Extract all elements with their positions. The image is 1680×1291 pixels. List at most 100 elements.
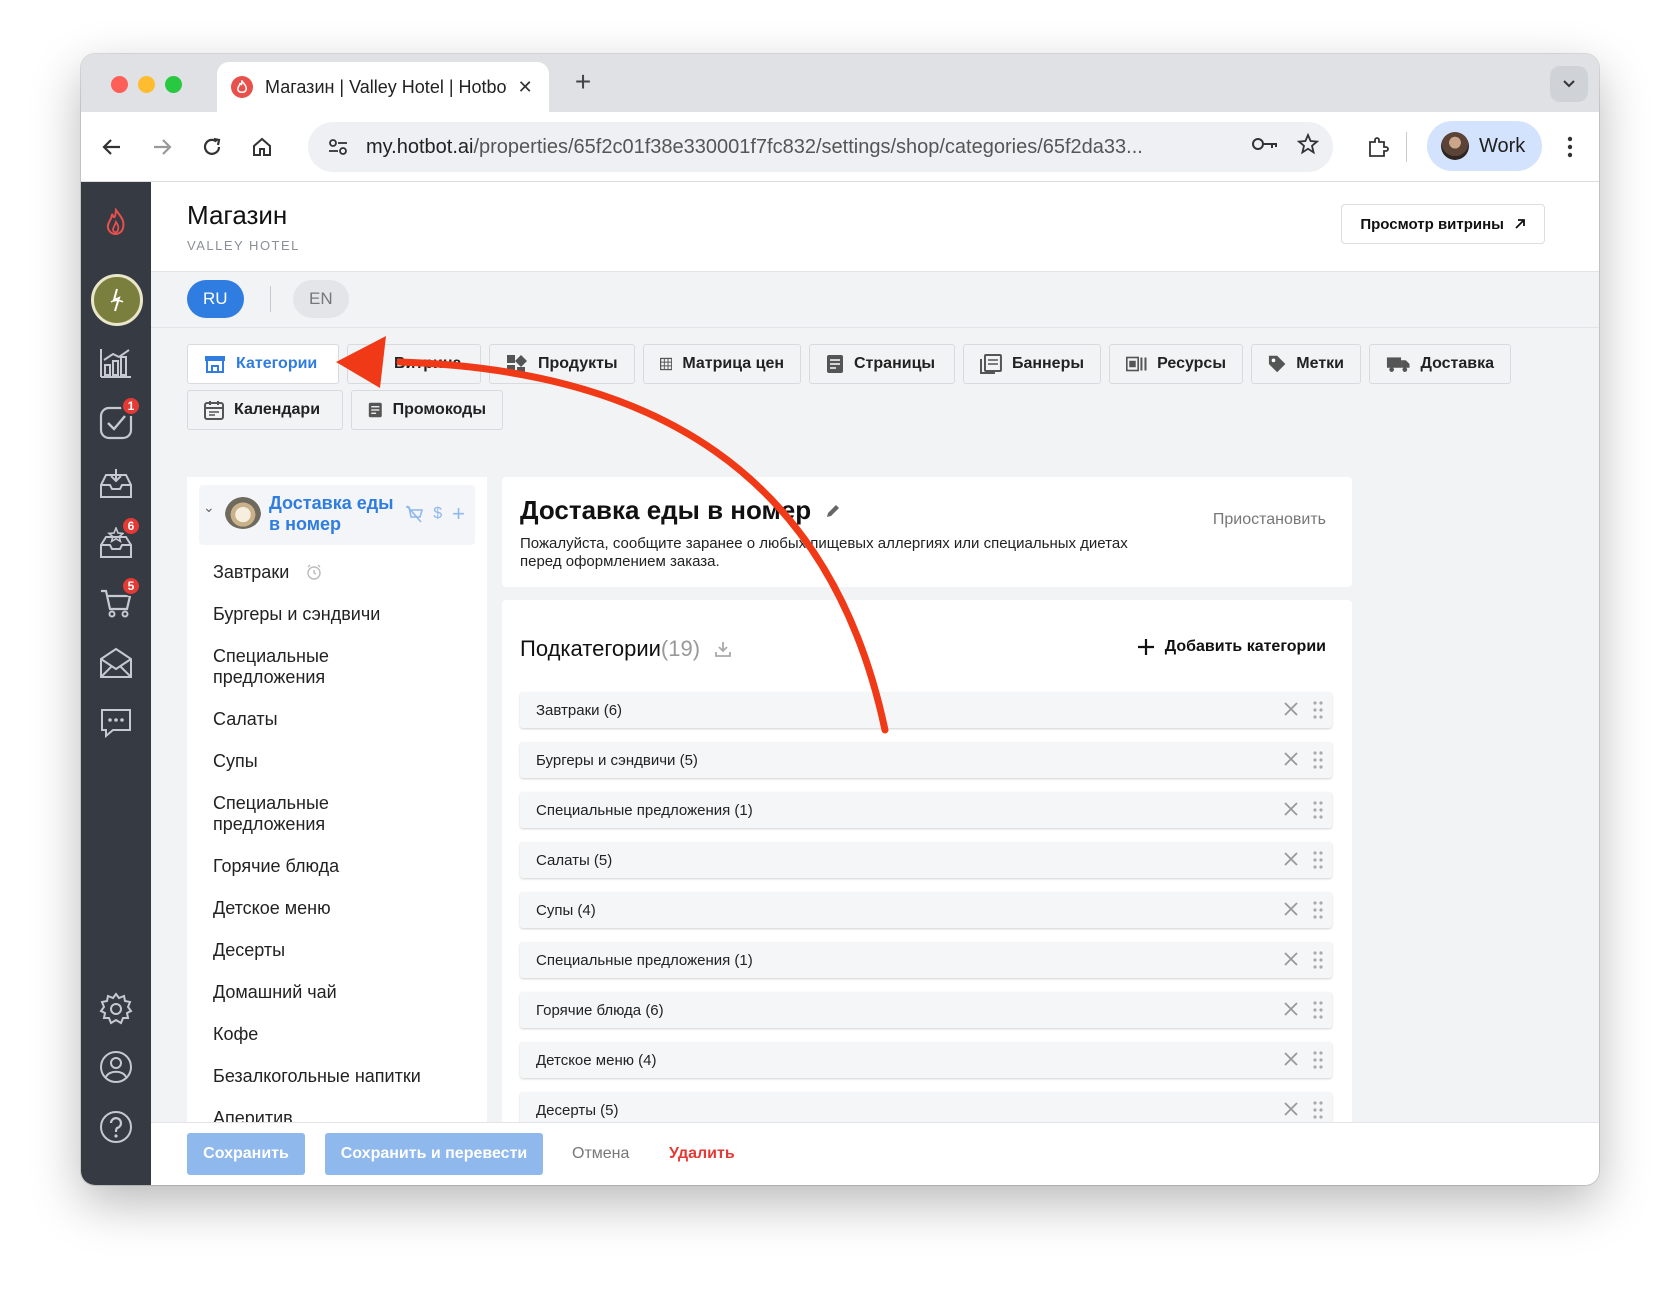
hotel-logo[interactable] bbox=[91, 274, 143, 326]
remove-x-icon[interactable] bbox=[1280, 998, 1302, 1020]
profile-button[interactable]: Work bbox=[1427, 121, 1542, 171]
home-button[interactable] bbox=[243, 128, 281, 166]
mail-upload-icon[interactable] bbox=[97, 644, 135, 682]
tree-item[interactable]: Безалкогольные напитки bbox=[213, 1066, 463, 1087]
add-category-button[interactable]: Добавить категории bbox=[1137, 638, 1326, 656]
lang-ru-button[interactable]: RU bbox=[187, 280, 244, 318]
user-profile-icon[interactable] bbox=[97, 1048, 135, 1086]
save-and-translate-button[interactable]: Сохранить и перевести bbox=[325, 1133, 543, 1175]
tab-categories[interactable]: Категории bbox=[187, 344, 339, 384]
drag-handle-icon[interactable] bbox=[1312, 1000, 1324, 1020]
drag-handle-icon[interactable] bbox=[1312, 750, 1324, 770]
subcategory-row[interactable]: Завтраки (6) bbox=[520, 692, 1332, 728]
add-subcategory-icon[interactable]: + bbox=[452, 503, 465, 525]
tab-resources[interactable]: Ресурсы bbox=[1109, 344, 1243, 384]
subcategories-title-text: Подкатегории bbox=[520, 636, 661, 661]
delete-button[interactable]: Удалить bbox=[669, 1145, 735, 1163]
tab-close-icon[interactable]: ✕ bbox=[515, 77, 535, 98]
subcategory-row[interactable]: Бургеры и сэндвичи (5) bbox=[520, 742, 1332, 778]
shopping-cart-icon[interactable]: 5 bbox=[97, 576, 141, 622]
tree-item[interactable]: Салаты bbox=[213, 709, 463, 730]
subcategory-row[interactable]: Специальные предложения (1) bbox=[520, 942, 1332, 978]
drag-handle-icon[interactable] bbox=[1312, 1100, 1324, 1120]
tree-item[interactable]: Специальные предложения bbox=[213, 646, 353, 688]
help-icon[interactable] bbox=[97, 1108, 135, 1146]
subcategory-row[interactable]: Детское меню (4) bbox=[520, 1042, 1332, 1078]
tab-products[interactable]: Продукты bbox=[489, 344, 635, 384]
dollar-icon[interactable]: $ bbox=[433, 505, 442, 523]
tree-root-category[interactable]: ⌄ Доставка еды в номер $ + bbox=[199, 485, 475, 545]
new-tab-button[interactable]: + bbox=[566, 66, 600, 98]
save-button[interactable]: Сохранить bbox=[187, 1133, 305, 1175]
subcategory-row[interactable]: Салаты (5) bbox=[520, 842, 1332, 878]
tree-item[interactable]: Завтраки bbox=[213, 562, 463, 583]
tab-showcase[interactable]: Витрина bbox=[347, 344, 481, 384]
hotbot-logo-icon[interactable] bbox=[97, 204, 135, 242]
tab-tags[interactable]: Метки bbox=[1251, 344, 1361, 384]
remove-x-icon[interactable] bbox=[1280, 898, 1302, 920]
drag-handle-icon[interactable] bbox=[1312, 900, 1324, 920]
drag-handle-icon[interactable] bbox=[1312, 800, 1324, 820]
tab-pages[interactable]: Страницы bbox=[809, 344, 955, 384]
tab-price-matrix[interactable]: Матрица цен bbox=[643, 344, 801, 384]
tree-item[interactable]: Бургеры и сэндвичи bbox=[213, 604, 463, 625]
tab-delivery[interactable]: Доставка bbox=[1369, 344, 1511, 384]
tree-item[interactable]: Горячие блюда bbox=[213, 856, 463, 877]
remove-x-icon[interactable] bbox=[1280, 748, 1302, 770]
tree-item[interactable]: Детское меню bbox=[213, 898, 463, 919]
reviews-star-icon[interactable]: 6 bbox=[97, 516, 141, 562]
tab-label: Доставка bbox=[1420, 355, 1494, 372]
remove-x-icon[interactable] bbox=[1280, 948, 1302, 970]
password-key-icon[interactable] bbox=[1251, 136, 1279, 157]
tree-item[interactable]: Специальные предложения bbox=[213, 793, 353, 835]
subcategory-row[interactable]: Специальные предложения (1) bbox=[520, 792, 1332, 828]
pause-button[interactable]: Приостановить bbox=[1213, 511, 1326, 529]
drag-handle-icon[interactable] bbox=[1312, 950, 1324, 970]
tree-item[interactable]: Десерты bbox=[213, 940, 463, 961]
bookmark-star-icon[interactable] bbox=[1296, 132, 1320, 160]
maximize-window-button[interactable] bbox=[165, 76, 182, 93]
tab-search-button[interactable] bbox=[1550, 66, 1588, 102]
tasks-icon[interactable]: 1 bbox=[97, 396, 141, 442]
minimize-window-button[interactable] bbox=[138, 76, 155, 93]
extensions-button[interactable] bbox=[1359, 128, 1397, 166]
remove-x-icon[interactable] bbox=[1280, 1098, 1302, 1120]
reload-button[interactable] bbox=[193, 128, 231, 166]
subcategory-row[interactable]: Горячие блюда (6) bbox=[520, 992, 1332, 1028]
address-bar[interactable]: my.hotbot.ai/properties/65f2c01f38e33000… bbox=[308, 122, 1333, 172]
url-path: /properties/65f2c01f38e330001f7fc832/set… bbox=[473, 135, 1143, 158]
tree-item[interactable]: Домашний чай bbox=[213, 982, 463, 1003]
cancel-button[interactable]: Отмена bbox=[572, 1145, 629, 1163]
subcategory-row[interactable]: Супы (4) bbox=[520, 892, 1332, 928]
tab-promocodes[interactable]: Промокоды bbox=[351, 390, 503, 430]
chevron-down-icon[interactable]: ⌄ bbox=[203, 499, 215, 516]
back-button[interactable] bbox=[93, 128, 131, 166]
settings-gear-icon[interactable] bbox=[97, 990, 135, 1028]
tab-label: Ресурсы bbox=[1157, 355, 1226, 372]
tab-banners[interactable]: Баннеры bbox=[963, 344, 1101, 384]
drag-handle-icon[interactable] bbox=[1312, 1050, 1324, 1070]
tab-calendars[interactable]: Календари bbox=[187, 390, 343, 430]
preview-storefront-button[interactable]: Просмотр витрины bbox=[1341, 204, 1545, 244]
remove-x-icon[interactable] bbox=[1280, 698, 1302, 720]
browser-menu-button[interactable] bbox=[1551, 128, 1589, 166]
drag-handle-icon[interactable] bbox=[1312, 850, 1324, 870]
chat-icon[interactable] bbox=[97, 704, 135, 742]
edit-pencil-icon[interactable] bbox=[825, 503, 841, 519]
browser-tab[interactable]: Магазин | Valley Hotel | Hotbot ✕ bbox=[217, 62, 549, 112]
tree-item[interactable]: Кофе bbox=[213, 1024, 463, 1045]
tree-item[interactable]: Супы bbox=[213, 751, 463, 772]
close-window-button[interactable] bbox=[111, 76, 128, 93]
download-icon[interactable] bbox=[714, 640, 732, 658]
remove-x-icon[interactable] bbox=[1280, 798, 1302, 820]
remove-x-icon[interactable] bbox=[1280, 848, 1302, 870]
drag-handle-icon[interactable] bbox=[1312, 700, 1324, 720]
remove-x-icon[interactable] bbox=[1280, 1048, 1302, 1070]
analytics-icon[interactable] bbox=[97, 344, 135, 382]
forward-button[interactable] bbox=[143, 128, 181, 166]
inbox-download-icon[interactable] bbox=[97, 464, 135, 502]
lang-en-button[interactable]: EN bbox=[293, 280, 349, 318]
site-settings-icon[interactable] bbox=[320, 137, 356, 157]
cart-off-icon[interactable] bbox=[405, 505, 424, 523]
reviews-badge: 6 bbox=[121, 516, 141, 536]
